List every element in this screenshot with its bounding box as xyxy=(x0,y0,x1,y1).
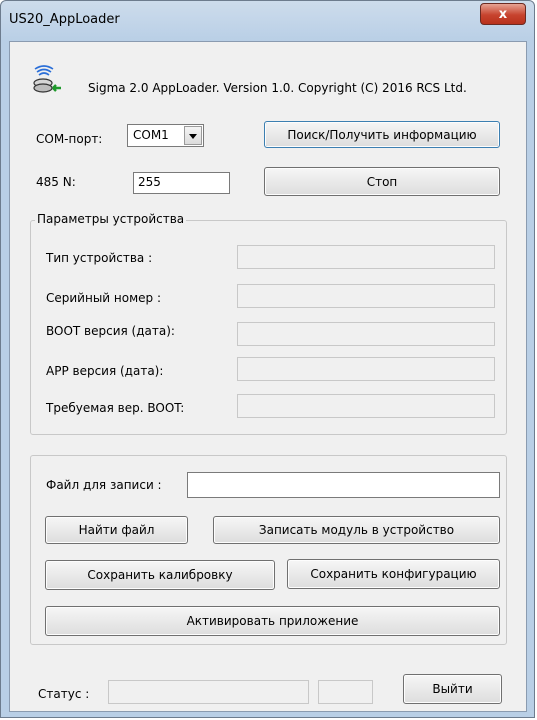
device-type-field xyxy=(237,245,495,269)
file-actions-group: Файл для записи : Найти файл Записать мо… xyxy=(30,455,507,645)
serial-number-field xyxy=(237,284,495,308)
boot-version-label: BOOT версия (дата): xyxy=(46,324,175,338)
save-config-label: Сохранить конфигурацию xyxy=(310,567,477,581)
search-info-label: Поиск/Получить информацию xyxy=(287,127,477,142)
serial-number-label: Серийный номер : xyxy=(46,291,162,305)
activate-app-label: Активировать приложение xyxy=(186,614,359,628)
find-file-label: Найти файл xyxy=(78,523,155,537)
app-version-label: APP версия (дата): xyxy=(46,364,164,378)
status-field xyxy=(108,680,309,704)
search-info-button[interactable]: Поиск/Получить информацию xyxy=(264,121,500,148)
close-icon: x xyxy=(498,6,508,22)
device-params-title: Параметры устройства xyxy=(35,212,187,226)
file-path-input[interactable] xyxy=(187,472,500,498)
address-label: 485 N: xyxy=(36,175,76,189)
com-port-value: COM1 xyxy=(133,128,169,142)
required-boot-label: Требуемая вер. BOOT: xyxy=(46,401,185,415)
status-label: Статус : xyxy=(38,687,90,701)
required-boot-field xyxy=(237,394,495,418)
status-extra-field xyxy=(318,680,373,704)
antenna-disk-icon xyxy=(32,62,64,94)
close-button[interactable]: x xyxy=(480,3,526,25)
client-area: Sigma 2.0 AppLoader. Version 1.0. Copyri… xyxy=(9,41,527,712)
address-input[interactable]: 255 xyxy=(133,172,230,194)
app-window: US20_AppLoader x Sigma 2.0 AppLoader. Ve… xyxy=(0,0,535,718)
chevron-down-icon[interactable] xyxy=(184,126,202,145)
device-params-group: Параметры устройства Тип устройства : Се… xyxy=(30,212,507,435)
stop-label: Стоп xyxy=(366,174,398,189)
file-label: Файл для записи : xyxy=(46,478,162,492)
boot-version-field xyxy=(237,322,495,346)
com-port-label: COM-порт: xyxy=(36,132,103,146)
save-calibration-button[interactable]: Сохранить калибровку xyxy=(45,560,275,590)
activate-app-button[interactable]: Активировать приложение xyxy=(45,606,500,636)
save-calibration-label: Сохранить калибровку xyxy=(87,568,233,582)
save-config-button[interactable]: Сохранить конфигурацию xyxy=(287,559,500,589)
exit-label: Выйти xyxy=(432,682,473,696)
title-bar[interactable]: US20_AppLoader x xyxy=(1,1,534,41)
com-port-select[interactable]: COM1 xyxy=(127,124,204,147)
find-file-button[interactable]: Найти файл xyxy=(45,516,188,544)
stop-button[interactable]: Стоп xyxy=(264,167,500,196)
device-type-label: Тип устройства : xyxy=(46,251,153,265)
app-version-field xyxy=(237,357,495,381)
exit-button[interactable]: Выйти xyxy=(403,674,502,704)
header-text: Sigma 2.0 AppLoader. Version 1.0. Copyri… xyxy=(88,81,467,95)
window-title: US20_AppLoader xyxy=(9,12,120,27)
write-module-button[interactable]: Записать модуль в устройство xyxy=(213,516,500,544)
write-module-label: Записать модуль в устройство xyxy=(258,523,455,537)
